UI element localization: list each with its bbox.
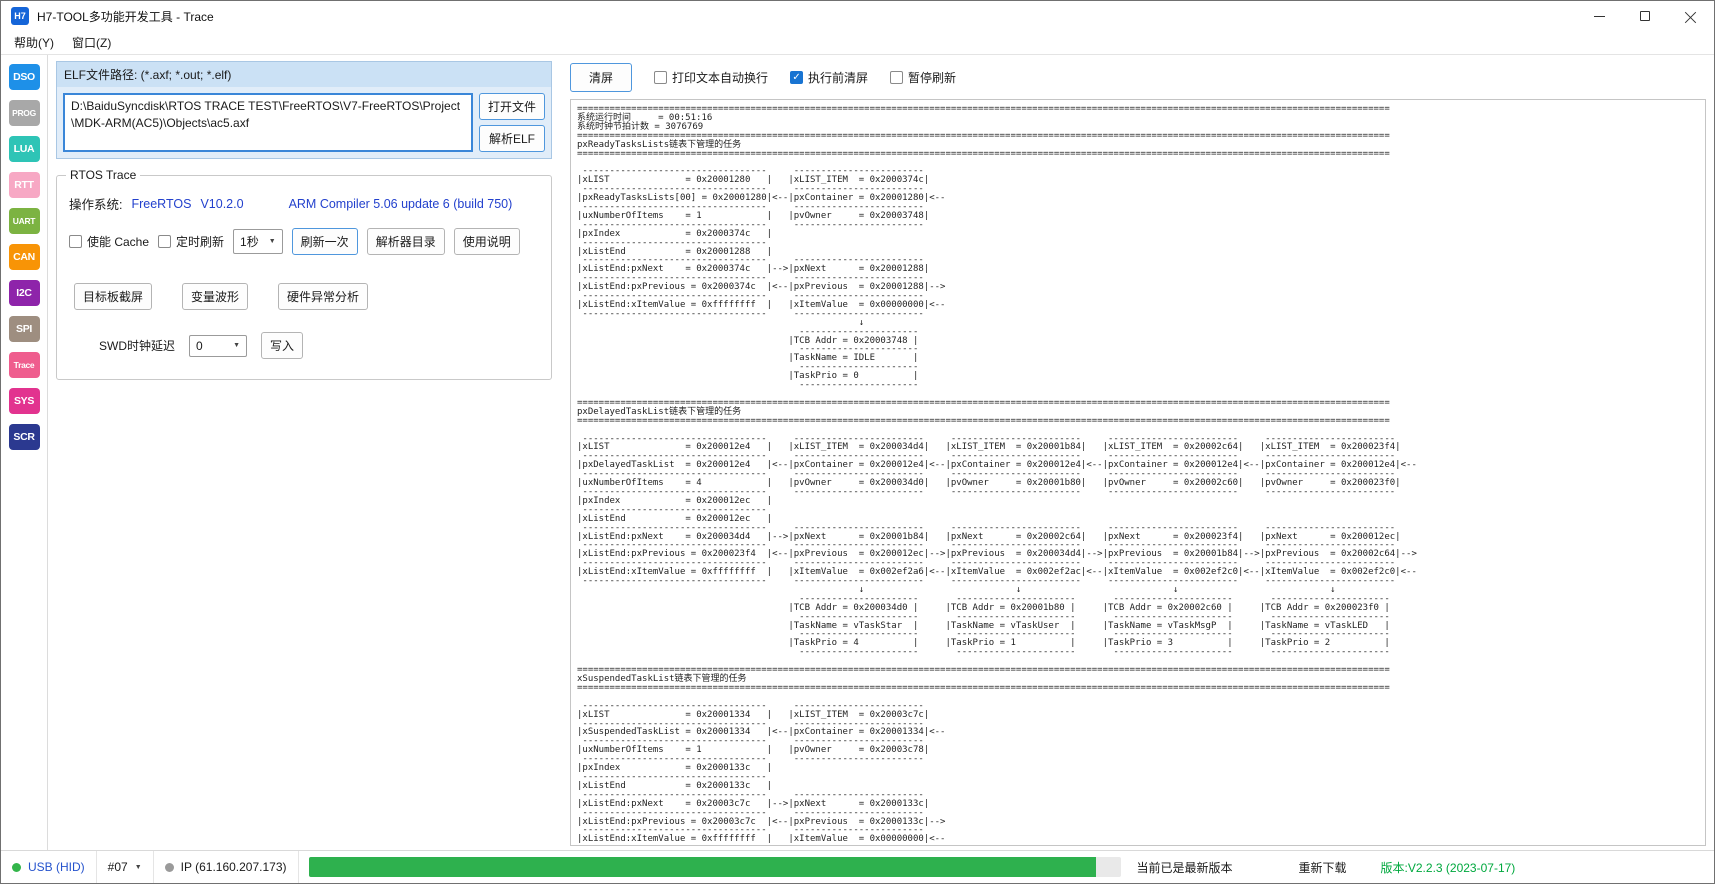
ip-status-icon <box>164 862 174 872</box>
trace-toolbar: 清屏 ✓ 打印文本自动换行 ✓ 执行前清屏 ✓ 暂停刷新 <box>570 61 1706 99</box>
chevron-down-icon: ▼ <box>233 342 240 349</box>
enable-cache-label: 使能 Cache <box>87 235 150 249</box>
usb-status-icon <box>12 862 21 872</box>
refresh-interval-select[interactable]: 1秒 ▼ <box>233 229 283 254</box>
close-button[interactable] <box>1668 1 1714 31</box>
os-name: FreeRTOS <box>131 196 192 211</box>
minimize-icon <box>1593 15 1605 17</box>
clear-before-run-checkbox[interactable]: ✓ 执行前清屏 <box>790 69 868 86</box>
parse-elf-button[interactable]: 解析ELF <box>479 125 545 152</box>
sidebar-item-uart[interactable]: UART <box>8 208 40 234</box>
elf-path-input[interactable]: D:\BaiduSyncdisk\RTOS TRACE TEST\FreeRTO… <box>63 93 473 152</box>
clear-before-run-label: 执行前清屏 <box>808 71 869 85</box>
app-icon: H7 <box>11 7 29 25</box>
sidebar-item-i2c[interactable]: I2C <box>8 280 40 306</box>
os-info-row: 操作系统: FreeRTOS V10.2.0 ARM Compiler 5.06… <box>69 194 541 213</box>
close-icon <box>1685 10 1697 22</box>
refresh-once-button[interactable]: 刷新一次 <box>291 228 358 255</box>
autowrap-checkbox[interactable]: ✓ 打印文本自动换行 <box>654 69 768 86</box>
write-button[interactable]: 写入 <box>261 332 304 359</box>
menu-help[interactable]: 帮助(Y) <box>5 31 63 54</box>
swd-delay-label: SWD时钟延迟 <box>99 339 175 353</box>
sidebar-item-spi[interactable]: SPI <box>8 316 40 342</box>
maximize-icon <box>1640 11 1650 21</box>
sidebar-item-sys[interactable]: SYS <box>8 388 40 414</box>
minimize-button[interactable] <box>1576 1 1622 31</box>
sidebar-item-scr[interactable]: SCR <box>8 424 40 450</box>
chevron-down-icon: ▼ <box>134 863 142 871</box>
usb-status-label: USB (HID) <box>28 860 85 874</box>
checkbox-box-icon: ✓ <box>158 235 172 248</box>
refresh-controls-row: ✓ 使能 Cache ✓ 定时刷新 1秒 ▼ 刷新一次 解析器目录 使用说明 <box>69 228 541 255</box>
update-status-text: 当前已是最新版本 <box>1136 860 1233 875</box>
window-controls <box>1576 1 1714 31</box>
ip-status-segment: IP (61.160.207.173) <box>154 851 299 883</box>
tool-buttons-row: 目标板截屏 变量波形 硬件异常分析 <box>69 283 541 310</box>
autowrap-label: 打印文本自动换行 <box>672 71 769 85</box>
check-icon: ✓ <box>792 71 801 83</box>
statusbar: USB (HID) #07 ▼ IP (61.160.207.173) 当前已是… <box>1 850 1714 883</box>
window-title: H7-TOOL多功能开发工具 - Trace <box>37 9 214 24</box>
progress-bar-fill <box>308 857 1097 877</box>
sidebar-item-lua[interactable]: LUA <box>8 136 40 162</box>
checkbox-box-icon: ✓ <box>654 71 667 84</box>
timed-refresh-label: 定时刷新 <box>176 235 225 249</box>
sidebar-item-prog[interactable]: PROG <box>8 100 40 126</box>
enable-cache-checkbox[interactable]: ✓ 使能 Cache <box>69 233 149 250</box>
port-value: #07 <box>107 860 128 874</box>
menubar: 帮助(Y) 窗口(Z) <box>1 31 1714 55</box>
target-screenshot-button[interactable]: 目标板截屏 <box>74 283 153 310</box>
checkbox-box-icon: ✓ <box>790 71 804 84</box>
sidebar-rail: DSO PROG LUA RTT UART CAN I2C SPI Trace … <box>1 55 48 850</box>
elf-path-header: ELF文件路径: (*.axf; *.out; *.elf) <box>57 62 551 87</box>
progress-bar <box>308 857 1121 877</box>
maximize-button[interactable] <box>1622 1 1668 31</box>
swd-delay-select[interactable]: 0 ▼ <box>189 334 247 357</box>
menu-window[interactable]: 窗口(Z) <box>63 31 120 54</box>
os-version: V10.2.0 <box>200 196 244 211</box>
elf-path-body: D:\BaiduSyncdisk\RTOS TRACE TEST\FreeRTO… <box>57 87 551 158</box>
elf-buttons: 打开文件 解析ELF <box>479 93 545 152</box>
left-panel: ELF文件路径: (*.axf; *.out; *.elf) D:\BaiduS… <box>48 55 560 850</box>
sidebar-item-dso[interactable]: DSO <box>8 64 40 90</box>
user-manual-button[interactable]: 使用说明 <box>453 228 520 255</box>
titlebar: H7 H7-TOOL多功能开发工具 - Trace <box>1 1 1714 31</box>
version-text: 版本:V2.2.3 (2023-07-17) <box>1380 860 1516 875</box>
pause-refresh-checkbox[interactable]: ✓ 暂停刷新 <box>890 69 956 86</box>
compiler-info: ARM Compiler 5.06 update 6 (build 750) <box>288 196 513 211</box>
sidebar-item-rtt[interactable]: RTT <box>8 172 40 198</box>
rtos-trace-group-title: RTOS Trace <box>66 168 141 182</box>
pause-refresh-label: 暂停刷新 <box>908 71 957 85</box>
redownload-button[interactable]: 重新下载 <box>1299 859 1347 876</box>
clear-screen-button[interactable]: 清屏 <box>570 63 632 92</box>
usb-status-segment: USB (HID) <box>1 851 97 883</box>
checkbox-box-icon: ✓ <box>69 235 82 248</box>
swd-delay-row: SWD时钟延迟 0 ▼ 写入 <box>69 332 541 359</box>
trace-panel: 清屏 ✓ 打印文本自动换行 ✓ 执行前清屏 ✓ 暂停刷新 ===========… <box>560 55 1714 850</box>
rtos-trace-group: RTOS Trace 操作系统: FreeRTOS V10.2.0 ARM Co… <box>56 168 552 380</box>
trace-output[interactable]: ========================================… <box>570 99 1706 846</box>
checkbox-box-icon: ✓ <box>890 71 904 84</box>
app-window: H7 H7-TOOL多功能开发工具 - Trace 帮助(Y) 窗口(Z) DS… <box>0 0 1715 884</box>
refresh-interval-value: 1秒 <box>240 235 259 249</box>
ip-status-label: IP (61.160.207.173) <box>180 860 287 874</box>
hardfault-analysis-button[interactable]: 硬件异常分析 <box>278 283 369 310</box>
open-file-button[interactable]: 打开文件 <box>479 93 545 120</box>
elf-path-section: ELF文件路径: (*.axf; *.out; *.elf) D:\BaiduS… <box>56 61 552 159</box>
sidebar-item-can[interactable]: CAN <box>8 244 40 270</box>
swd-delay-value: 0 <box>196 338 203 353</box>
timed-refresh-checkbox[interactable]: ✓ 定时刷新 <box>158 233 224 250</box>
parser-directory-button[interactable]: 解析器目录 <box>366 228 445 255</box>
port-select[interactable]: #07 ▼ <box>97 851 154 883</box>
chevron-down-icon: ▼ <box>268 238 276 245</box>
variable-waveform-button[interactable]: 变量波形 <box>182 283 249 310</box>
os-label: 操作系统: <box>69 198 123 212</box>
sidebar-item-trace[interactable]: Trace <box>8 352 40 378</box>
main-area: DSO PROG LUA RTT UART CAN I2C SPI Trace … <box>1 55 1714 850</box>
